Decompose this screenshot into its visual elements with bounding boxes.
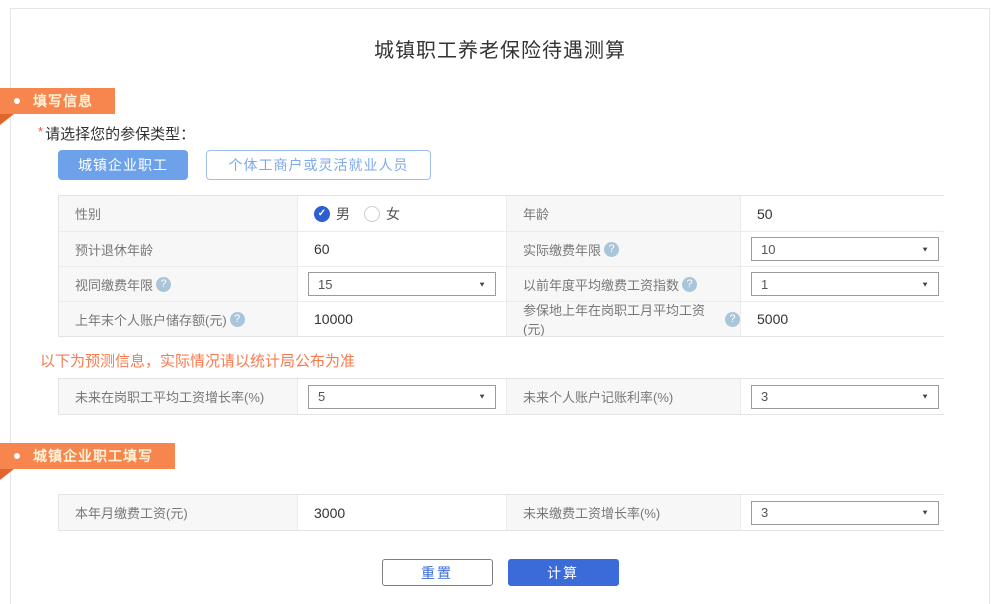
section-badge-label: 填写信息 [33,93,93,109]
actual-years-select[interactable]: 10 ▼ [751,237,939,261]
deemed-years-field: 15 ▼ [297,267,506,301]
balance-label: 上年末个人账户储存额(元) ? [59,302,297,336]
radio-male-label[interactable]: 男 [336,204,350,224]
deemed-years-select[interactable]: 15 ▼ [308,272,496,296]
table-row: 上年末个人账户储存额(元) ? 10000 参保地上年在岗职工月平均工资(元) … [59,301,945,336]
chevron-down-icon: ▼ [478,392,486,401]
deemed-years-label: 视同缴费年限 ? [59,267,297,301]
wage-growth-field: 5 ▼ [297,379,506,414]
radio-female-unchecked[interactable] [364,205,380,222]
pension-calculator-page: 城镇职工养老保险待遇测算 填写信息 * 请选择您的参保类型： 城镇企业职工 个体工… [0,0,1000,604]
table-row: 视同缴费年限 ? 15 ▼ 以前年度平均缴费工资指数 ? 1 ▼ [59,266,945,301]
wage-index-label: 以前年度平均缴费工资指数 ? [506,267,740,301]
radio-male-checked[interactable]: ✓ [314,205,330,222]
gender-label: 性别 [59,196,297,231]
chevron-down-icon: ▼ [921,392,929,401]
chevron-down-icon: ▼ [478,280,486,288]
wage-index-select[interactable]: 1 ▼ [751,272,939,296]
account-rate-select[interactable]: 3 ▼ [751,384,939,409]
type-button-urban-employee[interactable]: 城镇企业职工 [58,150,188,180]
company-table: 本年月缴费工资(元) 3000 未来缴费工资增长率(%) 3 ▼ [58,494,945,531]
balance-input[interactable]: 10000 [297,302,506,336]
help-icon[interactable]: ? [682,276,698,292]
wage-growth-select[interactable]: 5 ▼ [308,384,496,409]
table-row: 未来在岗职工平均工资增长率(%) 5 ▼ 未来个人账户记账利率(%) 3 ▼ [59,379,945,414]
page-title: 城镇职工养老保险待遇测算 [374,40,626,62]
bullet-icon [14,98,20,104]
future-growth-select[interactable]: 3 ▼ [751,500,939,525]
reset-button[interactable]: 重置 [381,559,493,586]
avg-wage-label: 参保地上年在岗职工月平均工资(元) ? [506,302,740,336]
type-button-self-employed[interactable]: 个体工商户或灵活就业人员 [206,150,431,180]
retire-age-label: 预计退休年龄 [59,232,297,266]
future-growth-field: 3 ▼ [740,495,945,530]
chevron-down-icon: ▼ [921,280,929,288]
retire-age-input[interactable]: 60 [297,232,506,266]
help-icon[interactable]: ? [156,276,172,292]
table-row: 本年月缴费工资(元) 3000 未来缴费工资增长率(%) 3 ▼ [59,495,945,530]
forecast-notice: 以下为预测信息，实际情况请以统计局公布为准 [40,353,356,370]
section-badge-fill-info: 填写信息 [0,88,115,114]
forecast-table: 未来在岗职工平均工资增长率(%) 5 ▼ 未来个人账户记账利率(%) 3 ▼ [58,378,945,415]
actual-years-label: 实际缴费年限 ? [506,232,740,266]
calculate-button[interactable]: 计算 [507,559,619,586]
basic-info-table: 性别 ✓ 男 女 年龄 50 预计退休年龄 60 实际缴费年限 ? 10 ▼ 视… [58,195,945,337]
help-icon[interactable]: ? [229,311,245,327]
gender-radio-group: ✓ 男 女 [314,204,408,224]
action-bar: 重置 计算 [0,559,1000,586]
wage-growth-label: 未来在岗职工平均工资增长率(%) [59,379,297,414]
insured-type-label: * 请选择您的参保类型： [38,124,196,143]
table-row: 预计退休年龄 60 实际缴费年限 ? 10 ▼ [59,231,945,266]
avg-wage-input[interactable]: 5000 [740,302,945,336]
table-row: 性别 ✓ 男 女 年龄 50 [59,196,945,231]
gender-field: ✓ 男 女 [297,196,506,231]
radio-female-label[interactable]: 女 [386,204,400,224]
future-growth-label: 未来缴费工资增长率(%) [506,495,740,530]
monthly-wage-input[interactable]: 3000 [297,495,506,530]
required-mark: * [38,124,44,139]
account-rate-field: 3 ▼ [740,379,945,414]
monthly-wage-label: 本年月缴费工资(元) [59,495,297,530]
insured-type-options: 城镇企业职工 个体工商户或灵活就业人员 [58,150,431,180]
wage-index-field: 1 ▼ [740,267,945,301]
bullet-icon [14,453,20,459]
actual-years-field: 10 ▼ [740,232,945,266]
help-icon[interactable]: ? [725,311,740,327]
section-badge-company-fill: 城镇企业职工填写 [0,443,175,469]
age-label: 年龄 [506,196,740,231]
section-badge-label: 城镇企业职工填写 [33,448,153,464]
chevron-down-icon: ▼ [921,245,929,253]
chevron-down-icon: ▼ [921,508,929,517]
account-rate-label: 未来个人账户记账利率(%) [506,379,740,414]
age-input[interactable]: 50 [740,196,945,231]
help-icon[interactable]: ? [604,241,620,257]
